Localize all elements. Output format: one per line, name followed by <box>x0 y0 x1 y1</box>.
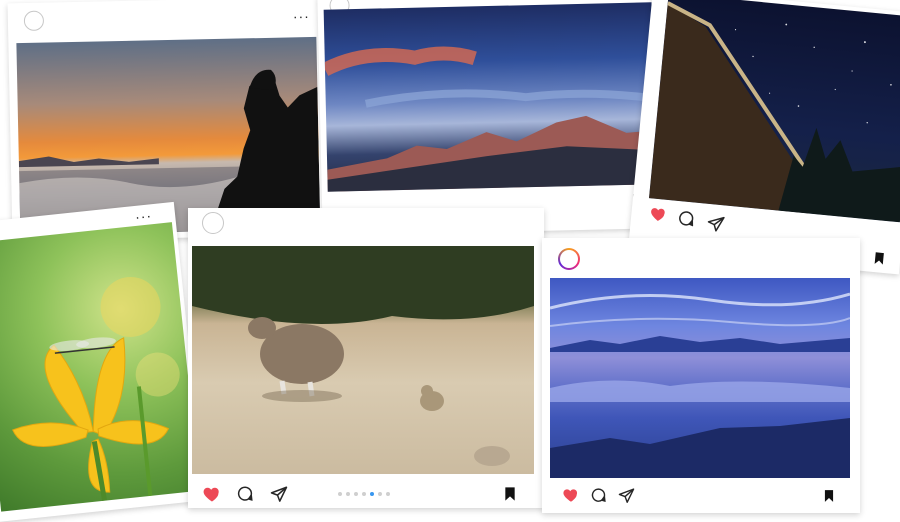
heart-icon[interactable] <box>202 484 222 504</box>
bookmark-icon[interactable] <box>502 485 518 503</box>
share-icon[interactable] <box>618 487 635 504</box>
avatar[interactable] <box>202 212 224 234</box>
comment-icon[interactable] <box>676 209 696 229</box>
carousel-dot <box>378 492 382 496</box>
post-card-lily: ··· <box>0 201 206 522</box>
carousel-dot <box>354 492 358 496</box>
share-icon[interactable] <box>270 485 288 503</box>
carousel-dot <box>362 492 366 496</box>
more-icon[interactable]: ··· <box>293 8 310 24</box>
bookmark-icon[interactable] <box>872 250 887 267</box>
lily-scene <box>12 276 180 502</box>
more-icon[interactable]: ··· <box>134 207 153 225</box>
avatar[interactable] <box>23 10 45 32</box>
post-image-blue-mountain-sea[interactable] <box>550 278 850 478</box>
mountain-dusk-scene <box>323 46 656 192</box>
heart-icon[interactable] <box>562 486 580 504</box>
post-image-starry-hut[interactable] <box>648 0 900 223</box>
comment-icon[interactable] <box>590 487 607 504</box>
bookmark-icon[interactable] <box>822 488 836 504</box>
post-image-lily-dragonfly[interactable] <box>0 222 201 512</box>
carousel-dot <box>346 492 350 496</box>
carousel-dots <box>338 492 390 496</box>
post-image-mountain-dusk[interactable] <box>323 2 656 192</box>
carousel-dot <box>386 492 390 496</box>
starry-hut-scene <box>648 1 900 223</box>
post-card-blue-mountains <box>542 238 860 513</box>
ptarmigan-scene <box>192 246 534 466</box>
post-card-ptarmigan <box>188 208 544 508</box>
comment-icon[interactable] <box>236 485 254 503</box>
blue-mountain-scene <box>550 292 850 478</box>
post-card-starry-hut <box>628 0 900 275</box>
post-image-ptarmigan-chick[interactable] <box>192 246 534 474</box>
post-card-mountain-dusk <box>317 0 663 236</box>
heart-icon[interactable] <box>649 204 669 224</box>
avatar[interactable] <box>558 248 580 270</box>
share-icon[interactable] <box>706 214 726 234</box>
carousel-dot-active <box>370 492 374 496</box>
carousel-dot <box>338 492 342 496</box>
